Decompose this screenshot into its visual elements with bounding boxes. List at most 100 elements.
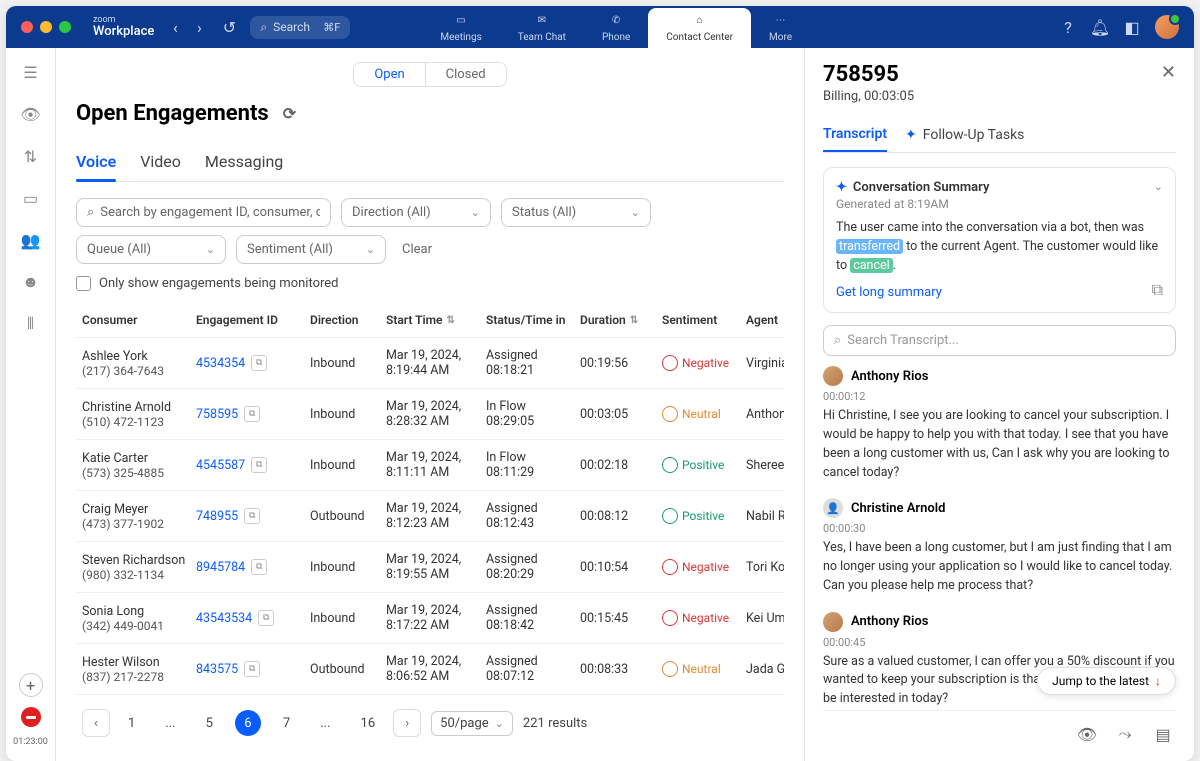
global-search[interactable]: ⌕ Search ⌘F [250, 16, 350, 39]
seg-closed[interactable]: Closed [426, 63, 506, 86]
page-number[interactable]: 6 [235, 710, 261, 736]
sentiment-select[interactable]: Sentiment (All)⌄ [236, 235, 386, 264]
eye-icon[interactable]: 👁 [21, 104, 41, 124]
engagement-id-link[interactable]: 758595 [196, 407, 238, 422]
agent-cell: Anthony Rios [746, 407, 784, 422]
col-status[interactable]: Status/Time in [486, 313, 576, 327]
per-page-select[interactable]: 50/page⌄ [431, 711, 513, 736]
analytics-icon[interactable]: ⫴ [21, 314, 41, 334]
address-book-icon[interactable]: ☻ [21, 272, 41, 292]
maximize-window-icon[interactable] [59, 21, 71, 33]
engagement-id-link[interactable]: 748955 [196, 509, 238, 524]
visibility-icon[interactable]: 👁 [1074, 721, 1100, 747]
archive-icon[interactable]: ▭ [21, 188, 41, 208]
add-button[interactable]: + [19, 673, 43, 697]
tab-video[interactable]: Video [140, 142, 181, 181]
col-agent[interactable]: Agent [746, 313, 784, 327]
copy-icon[interactable]: ⧉ [251, 559, 267, 575]
engagement-id-link[interactable]: 4534354 [196, 356, 245, 371]
status-cell: In Flow08:29:05 [486, 399, 576, 429]
engagement-id-link[interactable]: 843575 [196, 662, 238, 677]
menu-icon[interactable]: ☰ [21, 62, 41, 82]
status-select[interactable]: Status (All)⌄ [501, 198, 651, 227]
tab-more[interactable]: ⋯ More [751, 8, 810, 47]
table-row[interactable]: Katie Carter(573) 325-4885 4545587⧉ Inbo… [76, 440, 784, 491]
chevron-down-icon: ⌄ [366, 243, 375, 256]
bell-icon[interactable]: 🔔︎ [1091, 18, 1109, 36]
monitor-checkbox[interactable]: Only show engagements being monitored [76, 276, 784, 291]
queue-select[interactable]: Queue (All)⌄ [76, 235, 226, 264]
minimize-window-icon[interactable] [40, 21, 52, 33]
table-row[interactable]: Craig Meyer(473) 377-1902 748955⧉ Outbou… [76, 491, 784, 542]
chevron-down-icon[interactable]: ⌄ [1154, 180, 1163, 211]
table-row[interactable]: Steven Richardson(980) 332-1134 8945784⧉… [76, 542, 784, 593]
back-icon[interactable]: ‹ [166, 18, 184, 36]
copy-icon[interactable]: ⧉ [1152, 280, 1163, 300]
close-icon[interactable]: ✕ [1161, 62, 1176, 83]
col-direction[interactable]: Direction [310, 313, 382, 327]
col-start[interactable]: Start Time⇅ [386, 313, 482, 327]
search-input[interactable]: ⌕ Search by engagement ID, consumer, or … [76, 198, 331, 227]
jump-to-latest-button[interactable]: Jump to the latest ↓ [1037, 667, 1176, 695]
search-transcript-input[interactable]: ⌕ Search Transcript... [823, 325, 1176, 356]
page-number[interactable]: ... [157, 712, 183, 735]
duration-cell: 00:03:05 [580, 407, 658, 422]
tab-phone[interactable]: ✆ Phone [584, 8, 648, 47]
next-page-button[interactable]: › [393, 709, 421, 737]
page-number[interactable]: ... [312, 712, 338, 735]
engagement-id-link[interactable]: 4545587 [196, 458, 245, 473]
page-number[interactable]: 5 [198, 712, 221, 735]
users-icon[interactable]: 👥 [21, 230, 41, 250]
engagement-id-link[interactable]: 43543534 [196, 611, 252, 626]
history-icon[interactable]: ↺ [220, 18, 238, 36]
chevron-down-icon: ⌄ [631, 206, 640, 219]
message-time: 00:00:45 [823, 636, 1176, 649]
table-row[interactable]: Sonia Long(342) 449-0041 43543534⧉ Inbou… [76, 593, 784, 644]
page-number[interactable]: 7 [275, 712, 298, 735]
page-number[interactable]: 16 [353, 712, 384, 735]
table-row[interactable]: Ashlee York(217) 364-7643 4534354⧉ Inbou… [76, 338, 784, 389]
duration-cell: 00:15:45 [580, 611, 658, 626]
prev-page-button[interactable]: ‹ [82, 709, 110, 737]
table-row[interactable]: Christine Arnold(510) 472-1123 758595⧉ I… [76, 389, 784, 440]
face-icon [662, 610, 678, 626]
col-engagement[interactable]: Engagement ID [196, 313, 306, 327]
copy-icon[interactable]: ⧉ [251, 457, 267, 473]
copy-icon[interactable]: ⧉ [244, 661, 260, 677]
table-row[interactable]: Hester Wilson(837) 217-2278 843575⧉ Outb… [76, 644, 784, 695]
tab-meetings[interactable]: ▭ Meetings [422, 8, 499, 47]
window-controls [21, 21, 71, 33]
engagement-id-cell: 4534354 ⧉ [196, 355, 306, 371]
get-long-summary-link[interactable]: Get long summary [836, 285, 942, 300]
col-consumer[interactable]: Consumer [82, 313, 192, 327]
dnd-icon[interactable] [21, 707, 41, 727]
tag-icon[interactable]: ⤳ [1112, 721, 1138, 747]
clear-filters[interactable]: Clear [402, 242, 432, 257]
tab-transcript[interactable]: Transcript [823, 118, 887, 152]
user-avatar[interactable] [1155, 15, 1179, 39]
tab-followup[interactable]: ✦ Follow-Up Tasks [905, 118, 1024, 152]
help-icon[interactable]: ? [1059, 18, 1077, 36]
page-number[interactable]: 1 [120, 712, 143, 735]
copy-icon[interactable]: ⧉ [244, 508, 260, 524]
direction-cell: Inbound [310, 560, 382, 575]
seg-open[interactable]: Open [354, 63, 425, 86]
copy-icon[interactable]: ⧉ [251, 355, 267, 371]
close-window-icon[interactable] [21, 21, 33, 33]
speaker-name: Christine Arnold [851, 501, 945, 516]
tab-team-chat[interactable]: ✉ Team Chat [500, 8, 584, 47]
direction-select[interactable]: Direction (All)⌄ [341, 198, 491, 227]
panel-icon[interactable]: ◧ [1123, 18, 1141, 36]
tab-contact-center[interactable]: ⌂ Contact Center [648, 8, 751, 51]
refresh-icon[interactable]: ⟳ [283, 104, 296, 123]
forward-icon[interactable]: › [190, 18, 208, 36]
tab-voice[interactable]: Voice [76, 142, 116, 181]
col-sentiment[interactable]: Sentiment [662, 313, 742, 327]
notes-icon[interactable]: ▤ [1150, 721, 1176, 747]
tab-messaging[interactable]: Messaging [205, 142, 283, 181]
copy-icon[interactable]: ⧉ [258, 610, 274, 626]
engagement-id-link[interactable]: 8945784 [196, 560, 245, 575]
copy-icon[interactable]: ⧉ [244, 406, 260, 422]
filter-icon[interactable]: ⇅ [21, 146, 41, 166]
col-duration[interactable]: Duration⇅ [580, 313, 658, 327]
